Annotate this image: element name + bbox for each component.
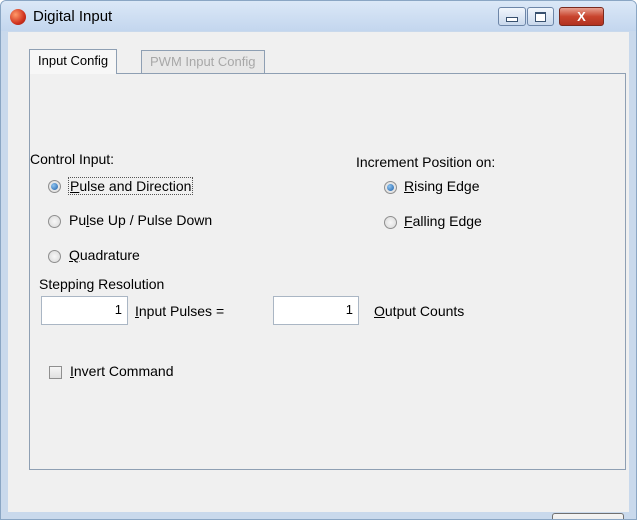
input-pulses-label: Input Pulses = xyxy=(135,303,225,319)
radio-falling-edge-label[interactable]: Falling Edge xyxy=(404,213,482,229)
close-button[interactable]: Close xyxy=(552,513,624,519)
radio-quadrature-label[interactable]: Quadrature xyxy=(69,247,140,263)
close-window-button[interactable]: X xyxy=(559,7,604,26)
tab-input-config[interactable]: Input Config xyxy=(29,49,118,74)
maximize-icon xyxy=(535,12,546,22)
input-pulses-field[interactable]: 1 xyxy=(41,296,128,325)
invert-command-checkbox[interactable] xyxy=(49,366,62,379)
close-icon: X xyxy=(577,9,586,24)
radio-pulse-up-down-label[interactable]: Pulse Up / Pulse Down xyxy=(69,212,212,228)
maximize-button[interactable] xyxy=(527,7,554,26)
radio-pulse-direction[interactable] xyxy=(48,180,61,193)
invert-command-label[interactable]: Invert Command xyxy=(70,363,173,379)
stepping-resolution-label: Stepping Resolution xyxy=(39,276,165,292)
window-title: Digital Input xyxy=(33,8,113,25)
dialog-client-area: Input Config PWM Input Config Control In… xyxy=(8,32,629,519)
dialog-window: Digital Input X Input Config PWM Input C… xyxy=(0,0,637,520)
control-input-label: Control Input: xyxy=(30,151,115,167)
increment-position-label: Increment Position on: xyxy=(356,154,496,170)
radio-pulse-direction-label[interactable]: Pulse and Direction xyxy=(68,177,194,195)
tab-pwm-input-config[interactable]: PWM Input Config xyxy=(141,50,265,74)
minimize-button[interactable] xyxy=(498,7,526,26)
app-icon xyxy=(10,9,26,25)
radio-falling-edge[interactable] xyxy=(384,216,397,229)
minimize-icon xyxy=(506,17,518,22)
output-counts-label: Output Counts xyxy=(374,303,465,319)
tab-panel-input-config: Control Input: Pulse and Direction Pulse… xyxy=(29,73,626,470)
radio-rising-edge[interactable] xyxy=(384,181,397,194)
radio-rising-edge-label[interactable]: Rising Edge xyxy=(404,178,480,194)
output-counts-field[interactable]: 1 xyxy=(273,296,359,325)
title-bar[interactable]: Digital Input X xyxy=(1,1,636,31)
radio-quadrature[interactable] xyxy=(48,250,61,263)
radio-pulse-up-down[interactable] xyxy=(48,215,61,228)
